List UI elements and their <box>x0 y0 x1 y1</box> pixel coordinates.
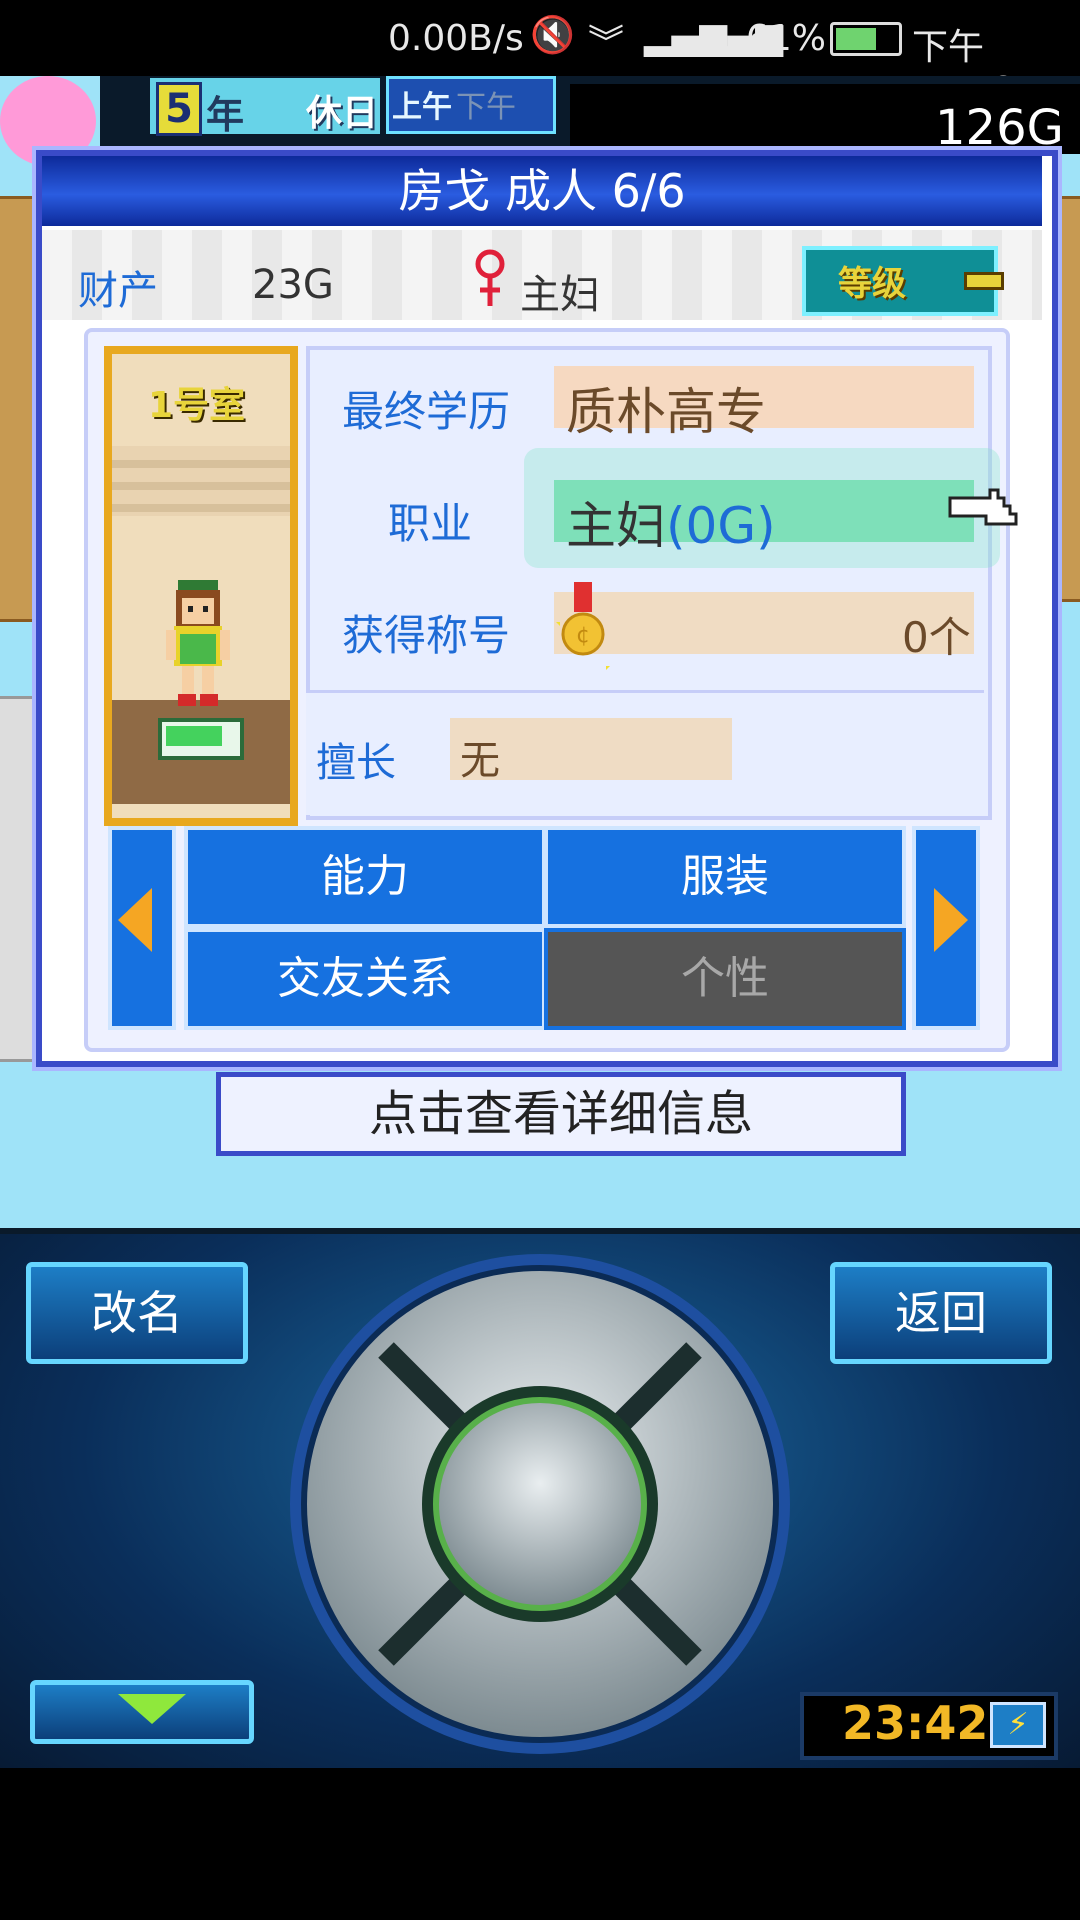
level-minus-icon <box>964 272 1004 290</box>
job-value-name: 主妇 <box>566 497 666 555</box>
tab-ability[interactable]: 能力 <box>184 826 546 928</box>
tab-personality[interactable]: 个性 <box>544 928 906 1030</box>
game-clock: 23:42 <box>842 1696 989 1750</box>
education-label: 最终学历 <box>342 387 511 436</box>
character-sprite <box>166 580 230 706</box>
tab-outfit[interactable]: 服装 <box>544 826 906 928</box>
battery-icon <box>830 22 902 56</box>
wifi-icon: ︾ <box>588 23 625 64</box>
year-number: 5 <box>156 82 202 136</box>
svg-text:¢: ¢ <box>576 623 590 648</box>
job-income: (0G) <box>666 497 776 555</box>
female-icon <box>475 249 505 306</box>
level-label: 等级 <box>838 264 906 304</box>
title-label: 获得称号 <box>342 611 511 660</box>
back-button[interactable]: 返回 <box>830 1262 1052 1364</box>
pointing-hand-icon <box>948 488 1018 526</box>
arrow-right-icon <box>934 888 968 952</box>
rename-button[interactable]: 改名 <box>26 1262 248 1364</box>
portrait-wall <box>112 446 290 516</box>
bottom-area <box>0 1768 1080 1920</box>
medal-icon: ¢ <box>556 582 610 670</box>
year-unit: 年 <box>206 93 245 137</box>
details-hint-button[interactable]: 点击查看详细信息 <box>216 1072 906 1156</box>
education-value: 质朴高专 <box>566 383 766 441</box>
dialog-title: 房戈 成人 6/6 <box>42 156 1042 226</box>
job-label: 职业 <box>388 499 473 548</box>
skill-value: 无 <box>460 738 500 784</box>
assets-value: 23G <box>252 262 334 308</box>
job-value[interactable]: 主妇(0G) <box>566 486 776 558</box>
money-value: 126G <box>935 100 1064 156</box>
am-label: 上午 <box>392 90 452 125</box>
battery-percent: 61% <box>746 18 827 59</box>
battery-fill <box>836 28 876 50</box>
assets-label: 财产 <box>78 268 158 314</box>
title-count: 0个 <box>902 613 971 662</box>
arrow-left-icon <box>118 888 152 952</box>
holiday-label: 休日 <box>306 93 379 134</box>
chevron-down-icon <box>118 1694 186 1724</box>
energy-fill <box>166 726 222 746</box>
skill-label: 擅长 <box>316 740 396 786</box>
network-speed: 0.00B/s <box>388 18 524 59</box>
tab-friends[interactable]: 交友关系 <box>184 928 546 1030</box>
status-bar: 0.00B/s 🔇 ︾ ▂▄▆ ▂▄▆ 61% 下午11:42 <box>0 0 1080 111</box>
pm-label: 下午 <box>456 90 516 125</box>
mute-icon: 🔇 <box>530 15 575 56</box>
dpad-control[interactable] <box>286 1250 794 1758</box>
lightning-icon: ⚡ <box>990 1702 1046 1748</box>
job-short: 主妇 <box>520 272 600 318</box>
room-label: 1号室 <box>148 385 246 426</box>
